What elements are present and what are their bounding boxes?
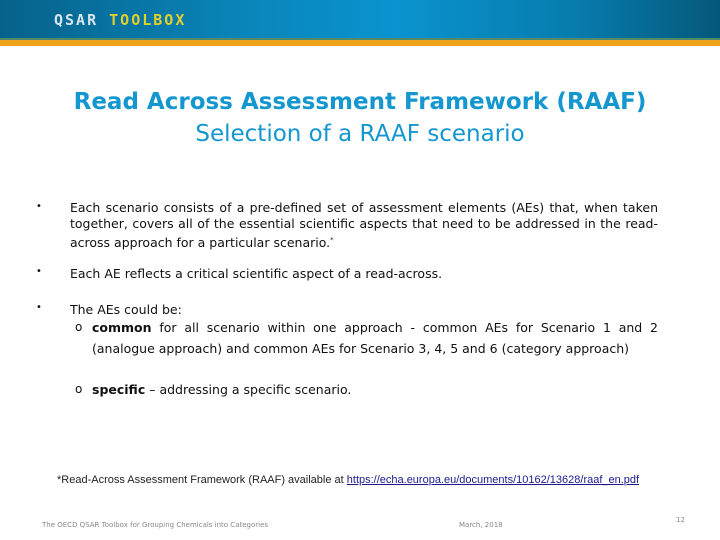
subitem-common: common for all scenario within one appro… — [92, 318, 658, 359]
logo-qsar: QSAR — [54, 11, 99, 29]
raaf-link[interactable]: https://echa.europa.eu/documents/10162/1… — [347, 474, 639, 486]
circle-bullet-icon: o — [75, 320, 83, 334]
bullet-icon: • — [36, 201, 42, 212]
bullet-text-1: Each scenario consists of a pre-defined … — [70, 200, 658, 251]
bullet-1-body: Each scenario consists of a pre-defined … — [70, 200, 658, 251]
bullet-text-2: Each AE reflects a critical scientific a… — [70, 266, 443, 281]
bullet-icon: • — [36, 266, 42, 277]
footnote: *Read-Across Assessment Framework (RAAF)… — [57, 474, 639, 486]
logo-toolbox: TOOLBOX — [109, 11, 187, 29]
footer-date: March, 2018 — [459, 521, 503, 529]
orange-stripe — [0, 40, 720, 46]
subitem-common-term: common — [92, 320, 152, 335]
slide-title: Read Across Assessment Framework (RAAF) — [73, 89, 647, 115]
bullet-text-3: The AEs could be: — [70, 302, 182, 317]
subitem-specific-text: – addressing a specific scenario. — [145, 382, 352, 397]
subitem-common-text: for all scenario within one approach - c… — [92, 320, 658, 356]
subitem-specific-term: specific — [92, 382, 146, 397]
qsar-toolbox-logo: QSAR TOOLBOX — [54, 11, 186, 29]
subitem-specific: specific – addressing a specific scenari… — [92, 380, 658, 401]
circle-bullet-icon: o — [75, 382, 83, 396]
footnote-text: *Read-Across Assessment Framework (RAAF)… — [57, 474, 347, 486]
bullet-icon: • — [36, 302, 42, 313]
footnote-marker: * — [330, 236, 334, 244]
slide-subtitle: Selection of a RAAF scenario — [195, 121, 525, 147]
footer-title: The OECD QSAR Toolbox for Grouping Chemi… — [42, 521, 269, 529]
page-number: 12 — [676, 516, 685, 524]
